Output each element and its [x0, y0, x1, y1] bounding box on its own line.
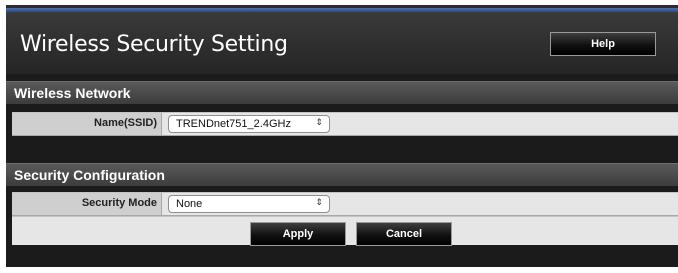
- apply-button[interactable]: Apply: [250, 222, 346, 246]
- updown-chevron-icon: ⇕: [315, 117, 323, 127]
- security-mode-label-cell: Security Mode: [12, 193, 162, 215]
- security-mode-select-value: None: [176, 198, 203, 210]
- section-title: Security Configuration: [14, 167, 165, 183]
- updown-chevron-icon: ⇕: [315, 197, 323, 207]
- ssid-select-value: TRENDnet751_2.4GHz: [176, 118, 291, 130]
- wireless-network-section-header: Wireless Network: [6, 81, 678, 104]
- ssid-label: Name(SSID): [94, 117, 157, 129]
- cancel-button[interactable]: Cancel: [356, 222, 452, 246]
- page-title: Wireless Security Setting: [20, 32, 288, 57]
- settings-panel: Wireless Security Setting Help Wireless …: [6, 5, 678, 267]
- security-mode-select[interactable]: None ⇕: [168, 195, 330, 213]
- help-button[interactable]: Help: [550, 32, 656, 56]
- security-configuration-section-header: Security Configuration: [6, 163, 678, 186]
- security-mode-row: Security Mode None ⇕: [12, 192, 678, 216]
- ssid-row: Name(SSID) TRENDnet751_2.4GHz ⇕: [12, 112, 678, 136]
- ssid-select[interactable]: TRENDnet751_2.4GHz ⇕: [168, 115, 330, 133]
- section-title: Wireless Network: [14, 85, 131, 101]
- ssid-label-cell: Name(SSID): [12, 113, 162, 135]
- security-mode-label: Security Mode: [81, 197, 157, 209]
